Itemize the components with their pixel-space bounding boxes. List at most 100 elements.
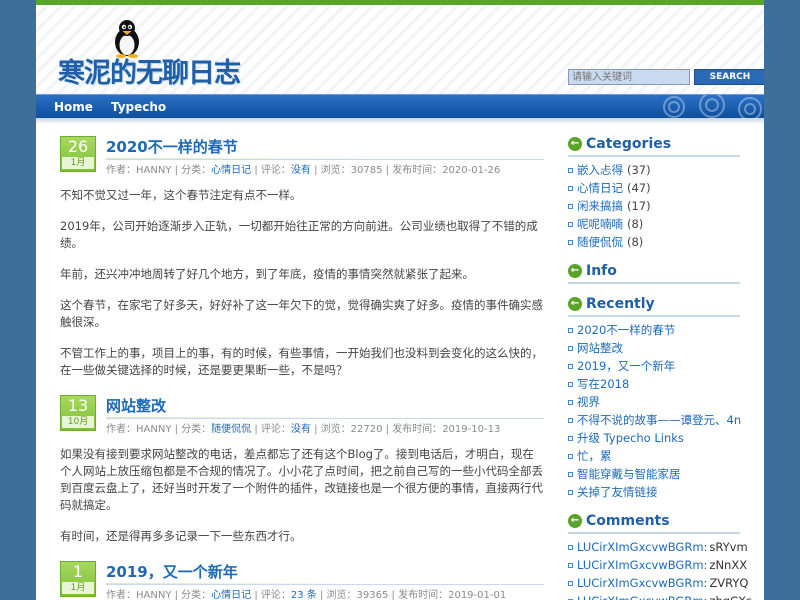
- category-item[interactable]: 呢呢喃喃 (8): [568, 215, 740, 233]
- comment-item[interactable]: LUCirXImGxcvwBGRm:zbgCXs: [568, 592, 752, 600]
- bullet-icon: [568, 562, 573, 568]
- bullet-icon: [568, 544, 573, 550]
- comment-author[interactable]: LUCirXImGxcvwBGRm:: [577, 538, 707, 556]
- comment-excerpt: zbgCXs: [709, 592, 752, 600]
- comment-author[interactable]: LUCirXImGxcvwBGRm:: [577, 556, 707, 574]
- recent-link[interactable]: 视界: [577, 393, 600, 411]
- main-column: 26 1月 2020不一样的春节 作者：HANNY | 分类：心情日记 | 评论…: [60, 136, 544, 600]
- post-title-bar: 网站整改: [106, 395, 544, 419]
- bullet-icon: [568, 221, 573, 227]
- recent-link[interactable]: 升级 Typecho Links: [577, 429, 684, 447]
- widget-title-text: Recently: [586, 296, 655, 312]
- category-link[interactable]: 随便侃侃: [577, 233, 623, 251]
- post-date-month: 1月: [62, 157, 94, 169]
- post: 1 1月 2019，又一个新年 作者：HANNY | 分类：心情日记 | 评论：…: [60, 561, 544, 600]
- recent-item[interactable]: 视界: [568, 393, 740, 411]
- bullet-icon: [568, 327, 573, 333]
- widget-title-text: Comments: [586, 513, 670, 529]
- meta-views-label: 浏览：: [326, 590, 357, 600]
- sidebar: ← Categories 嵌入忐得 (37) 心情日记 (47) 闲来搞搞 (17) …: [568, 136, 752, 600]
- category-link[interactable]: 呢呢喃喃: [577, 215, 623, 233]
- comment-item[interactable]: LUCirXImGxcvwBGRm: sRYvm: [568, 538, 748, 556]
- post-date-badge: 13 10月: [60, 395, 96, 431]
- recent-link[interactable]: 2020不一样的春节: [577, 321, 675, 339]
- nav-home[interactable]: Home: [36, 100, 93, 114]
- comment-item[interactable]: LUCirXImGxcvwBGRm: zNnXX: [568, 556, 747, 574]
- comment-author[interactable]: LUCirXImGxcvwBGRm:: [577, 574, 707, 592]
- recent-link[interactable]: 2019，又一个新年: [577, 357, 675, 375]
- meta-views-label: 浏览：: [320, 424, 351, 435]
- post-paragraph: 不知不觉又过一年，这个春节注定有点不一样。: [60, 188, 302, 202]
- main-nav: Home Typecho: [36, 94, 764, 119]
- post-title[interactable]: 2020不一样的春节: [106, 138, 238, 156]
- meta-author-label: 作者：: [106, 165, 136, 176]
- meta-views: 22720: [350, 424, 383, 435]
- post-date-day: 13: [67, 396, 89, 415]
- category-item[interactable]: 心情日记 (47): [568, 179, 740, 197]
- category-item[interactable]: 闲来搞搞 (17): [568, 197, 740, 215]
- recent-item[interactable]: 写在2018: [568, 375, 740, 393]
- recent-item[interactable]: 2019，又一个新年: [568, 357, 740, 375]
- site-title-reflection: 寒泥的无聊日志: [58, 58, 240, 76]
- meta-comments-link[interactable]: 没有: [291, 165, 311, 176]
- post-date-day: 1: [72, 562, 84, 581]
- category-item[interactable]: 嵌入忐得 (37): [568, 161, 740, 179]
- arrow-circle-icon: ←: [568, 514, 582, 528]
- post-paragraph: 有时间，还是得再多多记录一下一些东西才行。: [60, 529, 302, 543]
- post-title[interactable]: 网站整改: [106, 397, 166, 415]
- recent-item[interactable]: 不得不说的故事——谭登元、4n: [568, 411, 741, 429]
- arrow-circle-icon: ←: [568, 297, 582, 311]
- meta-category-link[interactable]: 随便侃侃: [211, 424, 251, 435]
- meta-comments-link[interactable]: 23 条: [291, 590, 317, 600]
- recent-link[interactable]: 智能穿戴与智能家居: [577, 465, 681, 483]
- meta-date: 2019-10-13: [442, 424, 501, 435]
- category-count: (17): [627, 199, 651, 213]
- search-input[interactable]: [568, 69, 690, 85]
- bullet-icon: [568, 345, 573, 351]
- widget-title: ← Categories: [568, 136, 740, 157]
- meta-views-label: 浏览：: [320, 165, 351, 176]
- post-meta: 作者：HANNY | 分类：随便侃侃 | 评论：没有 | 浏览：22720 | …: [106, 424, 501, 435]
- page: 寒泥的无聊日志 寒泥的无聊日志 SEARCH Home Typecho: [36, 0, 764, 600]
- post-body: 不知不觉又过一年，这个春节注定有点不一样。 2019年，公司开始逐渐步入正轨，一…: [60, 187, 544, 379]
- post-title[interactable]: 2019，又一个新年: [106, 563, 238, 581]
- recent-item[interactable]: 关掉了友情链接: [568, 483, 740, 501]
- category-link[interactable]: 闲来搞搞: [577, 197, 623, 215]
- meta-category-link[interactable]: 心情日记: [211, 165, 251, 176]
- recent-link[interactable]: 写在2018: [577, 375, 629, 393]
- recent-item[interactable]: 升级 Typecho Links: [568, 429, 740, 447]
- search-button[interactable]: SEARCH: [694, 69, 764, 85]
- recent-item[interactable]: 忙，累: [568, 447, 740, 465]
- bullet-icon: [568, 417, 573, 423]
- recent-link[interactable]: 网站整改: [577, 339, 623, 357]
- comment-item[interactable]: LUCirXImGxcvwBGRm: ZVRYQ: [568, 574, 748, 592]
- post-paragraph: 不管工作上的事，项目上的事，有的时候，有些事情，一开始我们也没料到会变化的这么快…: [60, 346, 543, 377]
- recent-item[interactable]: 智能穿戴与智能家居: [568, 465, 740, 483]
- recent-link[interactable]: 不得不说的故事——谭登元、4n: [577, 411, 741, 429]
- meta-author-label: 作者：: [106, 590, 136, 600]
- meta-category-label: 分类：: [181, 424, 212, 435]
- meta-category-label: 分类：: [181, 590, 212, 600]
- nav-decoration: [663, 95, 762, 119]
- widget-title: ← Comments: [568, 513, 740, 534]
- meta-views: 39365: [356, 590, 389, 600]
- post-date-month: 10月: [62, 416, 94, 428]
- meta-category-link[interactable]: 心情日记: [211, 590, 251, 600]
- meta-comments-link[interactable]: 没有: [291, 424, 311, 435]
- recent-link[interactable]: 忙，累: [577, 447, 612, 465]
- meta-author: HANNY: [136, 590, 172, 600]
- nav-typecho[interactable]: Typecho: [93, 100, 166, 114]
- category-link[interactable]: 心情日记: [577, 179, 623, 197]
- comment-author[interactable]: LUCirXImGxcvwBGRm:: [577, 592, 707, 600]
- category-item[interactable]: 随便侃侃 (8): [568, 233, 740, 251]
- recent-link[interactable]: 关掉了友情链接: [577, 483, 658, 501]
- category-count: (37): [627, 163, 651, 177]
- site-logo[interactable]: 寒泥的无聊日志 寒泥的无聊日志: [58, 15, 278, 95]
- search-bar: SEARCH: [568, 69, 764, 85]
- meta-comments-label: 评论：: [260, 165, 291, 176]
- category-link[interactable]: 嵌入忐得: [577, 161, 623, 179]
- meta-date: 2020-01-26: [442, 165, 501, 176]
- recent-item[interactable]: 网站整改: [568, 339, 740, 357]
- recent-item[interactable]: 2020不一样的春节: [568, 321, 740, 339]
- post-date-badge: 26 1月: [60, 136, 96, 172]
